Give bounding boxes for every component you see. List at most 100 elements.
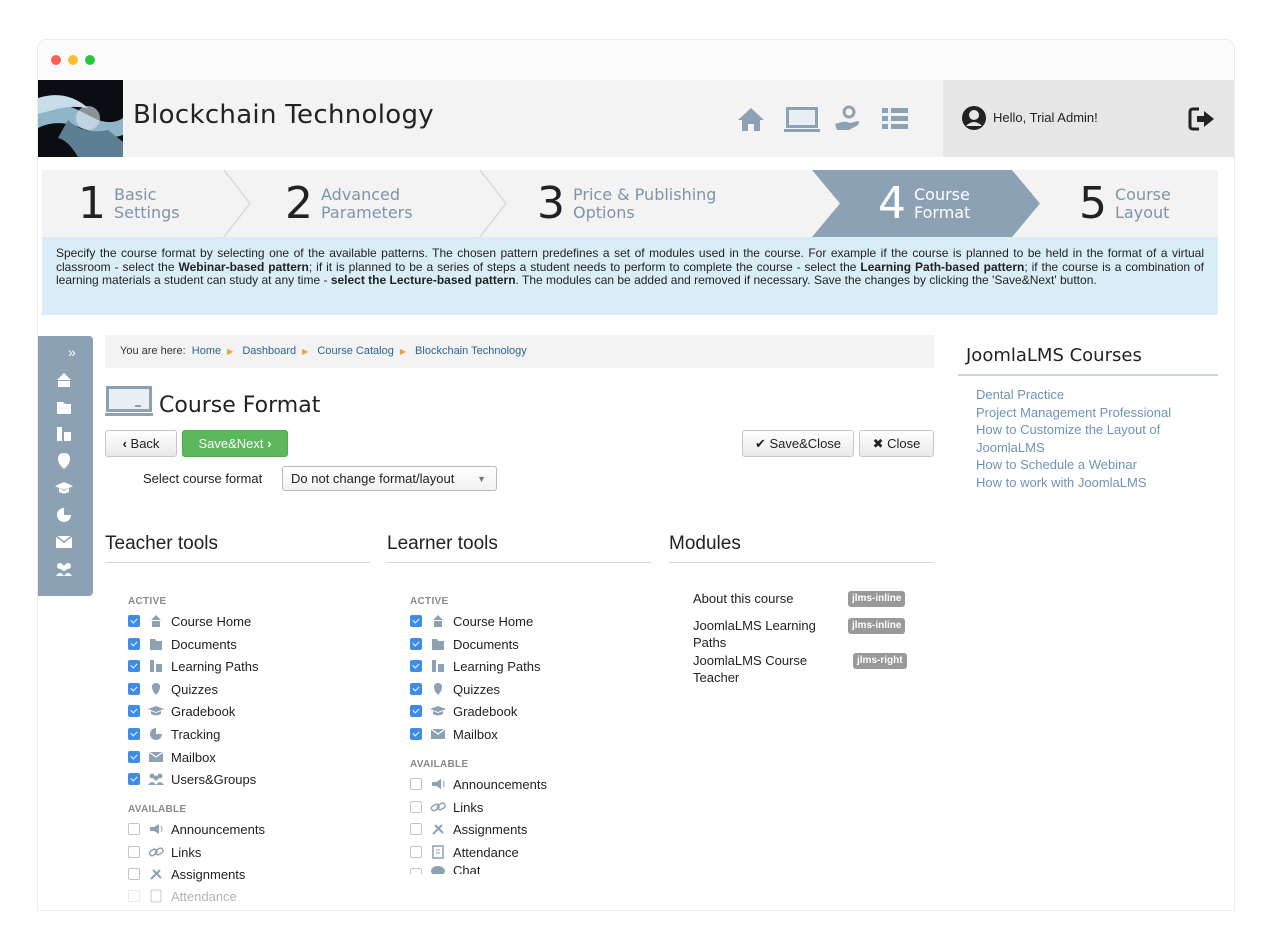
checkbox[interactable] (128, 638, 140, 650)
course-link[interactable]: JoomlaLMS (976, 439, 1200, 457)
gradebook-icon[interactable] (54, 478, 74, 498)
minimize-window-dot[interactable] (68, 55, 78, 65)
tool-label: Quizzes (453, 681, 500, 697)
checkbox[interactable] (128, 660, 140, 672)
wizard-step-5[interactable]: 5 Course Layout (1079, 170, 1209, 237)
course-link[interactable]: Project Management Professional (976, 404, 1200, 422)
module-label: JoomlaLMS Course (693, 653, 808, 668)
learner-tool-documents[interactable]: Documents (410, 634, 519, 654)
info-bold: Webinar-based pattern (178, 259, 309, 274)
checkbox[interactable] (128, 773, 140, 785)
course-format-select[interactable]: Do not change format/layout ▼ (282, 466, 497, 491)
checkbox[interactable] (410, 778, 422, 790)
learner-tool-assignments[interactable]: Assignments (410, 819, 527, 839)
teacher-tool-gradebook[interactable]: Gradebook (128, 701, 235, 721)
maximize-window-dot[interactable] (85, 55, 95, 65)
tool-label: Users&Groups (171, 771, 257, 787)
payment-hand-icon[interactable] (832, 104, 862, 134)
checkbox[interactable] (128, 846, 140, 858)
teacher-tool-documents[interactable]: Documents (128, 634, 237, 654)
teacher-tool-users-groups[interactable]: Users&Groups (128, 769, 256, 789)
expand-sidebar-icon[interactable]: » (68, 344, 76, 360)
breadcrumb-dashboard[interactable]: Dashboard (242, 345, 296, 357)
learner-tool-mailbox[interactable]: Mailbox (410, 724, 498, 744)
checkbox[interactable] (410, 728, 422, 740)
checkbox[interactable] (128, 868, 140, 880)
checkbox[interactable] (128, 705, 140, 717)
checkbox[interactable] (128, 615, 140, 627)
tracking-icon[interactable] (54, 505, 74, 525)
learner-tool-chat[interactable]: Chat (410, 864, 480, 874)
logout-icon[interactable] (1187, 104, 1217, 134)
save-close-button[interactable]: ✔ Save&Close (742, 430, 854, 457)
tool-label: Tracking (171, 726, 221, 742)
step-label: Layout (1115, 202, 1170, 222)
teacher-tool-attendance[interactable]: Attendance (128, 886, 237, 906)
breadcrumb-arrow-icon: ▶ (399, 347, 406, 356)
learner-tool-gradebook[interactable]: Gradebook (410, 701, 517, 721)
course-link[interactable]: How to work with JoomlaLMS (976, 474, 1200, 492)
divider (105, 562, 370, 563)
learner-tool-course-home[interactable]: Course Home (410, 611, 533, 631)
teacher-tool-mailbox[interactable]: Mailbox (128, 747, 216, 767)
quizzes-icon[interactable] (54, 451, 74, 471)
checkbox[interactable] (410, 823, 422, 835)
wizard-step-1[interactable]: 1 Basic Settings (78, 170, 228, 237)
documents-icon[interactable] (54, 397, 74, 417)
save-next-button[interactable]: Save&Next › (182, 430, 288, 457)
mailbox-icon[interactable] (54, 532, 74, 552)
course-link[interactable]: Dental Practice (976, 386, 1200, 404)
learner-tool-quizzes[interactable]: Quizzes (410, 679, 500, 699)
back-button[interactable]: ‹ Back (105, 430, 177, 457)
breadcrumb-home[interactable]: Home (192, 345, 221, 357)
wizard-step-4[interactable]: 4 Course Format (878, 170, 1018, 237)
mailbox-icon (430, 727, 446, 741)
learning-paths-icon[interactable] (54, 424, 74, 444)
wizard-step-2[interactable]: 2 Advanced Parameters (285, 170, 485, 237)
user-greeting[interactable]: Hello, Trial Admin! (993, 110, 1098, 125)
teacher-tool-tracking[interactable]: Tracking (128, 724, 220, 744)
checkbox[interactable] (410, 683, 422, 695)
teacher-tool-learning-paths[interactable]: Learning Paths (128, 656, 258, 676)
learner-tool-links[interactable]: Links (410, 797, 483, 817)
teacher-tool-quizzes[interactable]: Quizzes (128, 679, 218, 699)
wizard-step-3[interactable]: 3 Price & Publishing Options (537, 170, 807, 237)
teacher-tool-announcements[interactable]: Announcements (128, 819, 265, 839)
tool-label: Course Home (171, 613, 252, 629)
checkbox[interactable] (410, 615, 422, 627)
checkbox[interactable] (128, 751, 140, 763)
step-label: Basic (114, 184, 157, 204)
checkbox[interactable] (128, 823, 140, 835)
checkbox[interactable] (410, 801, 422, 813)
selected-format-value: Do not change format/layout (291, 471, 455, 486)
course-link[interactable]: How to Customize the Layout of (976, 421, 1200, 439)
checkbox[interactable] (410, 638, 422, 650)
courses-monitor-icon[interactable] (784, 104, 820, 134)
breadcrumb-course-catalog[interactable]: Course Catalog (317, 345, 393, 357)
checkbox[interactable] (410, 660, 422, 672)
close-button[interactable]: ✖ Close (859, 430, 934, 457)
learner-tool-learning-paths[interactable]: Learning Paths (410, 656, 540, 676)
learner-tool-announcements[interactable]: Announcements (410, 774, 547, 794)
checkbox[interactable] (128, 683, 140, 695)
checkbox[interactable] (128, 890, 140, 902)
module-course-teacher: JoomlaLMS Course Teacher (693, 652, 807, 686)
checkbox[interactable] (410, 705, 422, 717)
users-groups-icon[interactable] (54, 559, 74, 579)
teacher-tool-course-home[interactable]: Course Home (128, 611, 251, 631)
breadcrumb-current-course[interactable]: Blockchain Technology (415, 345, 527, 357)
step-label: Options (573, 202, 635, 222)
course-home-icon[interactable] (54, 370, 74, 390)
checkbox[interactable] (410, 868, 422, 874)
checkbox[interactable] (128, 728, 140, 740)
course-link[interactable]: How to Schedule a Webinar (976, 456, 1200, 474)
checkbox[interactable] (410, 846, 422, 858)
close-window-dot[interactable] (51, 55, 61, 65)
info-bold: Learning Path-based pattern (860, 259, 1025, 274)
home-icon[interactable] (736, 104, 766, 134)
list-icon[interactable] (880, 104, 910, 134)
user-avatar-icon[interactable] (961, 105, 987, 131)
learner-tool-attendance[interactable]: Attendance (410, 842, 519, 862)
teacher-tool-assignments[interactable]: Assignments (128, 864, 245, 884)
teacher-tool-links[interactable]: Links (128, 842, 201, 862)
